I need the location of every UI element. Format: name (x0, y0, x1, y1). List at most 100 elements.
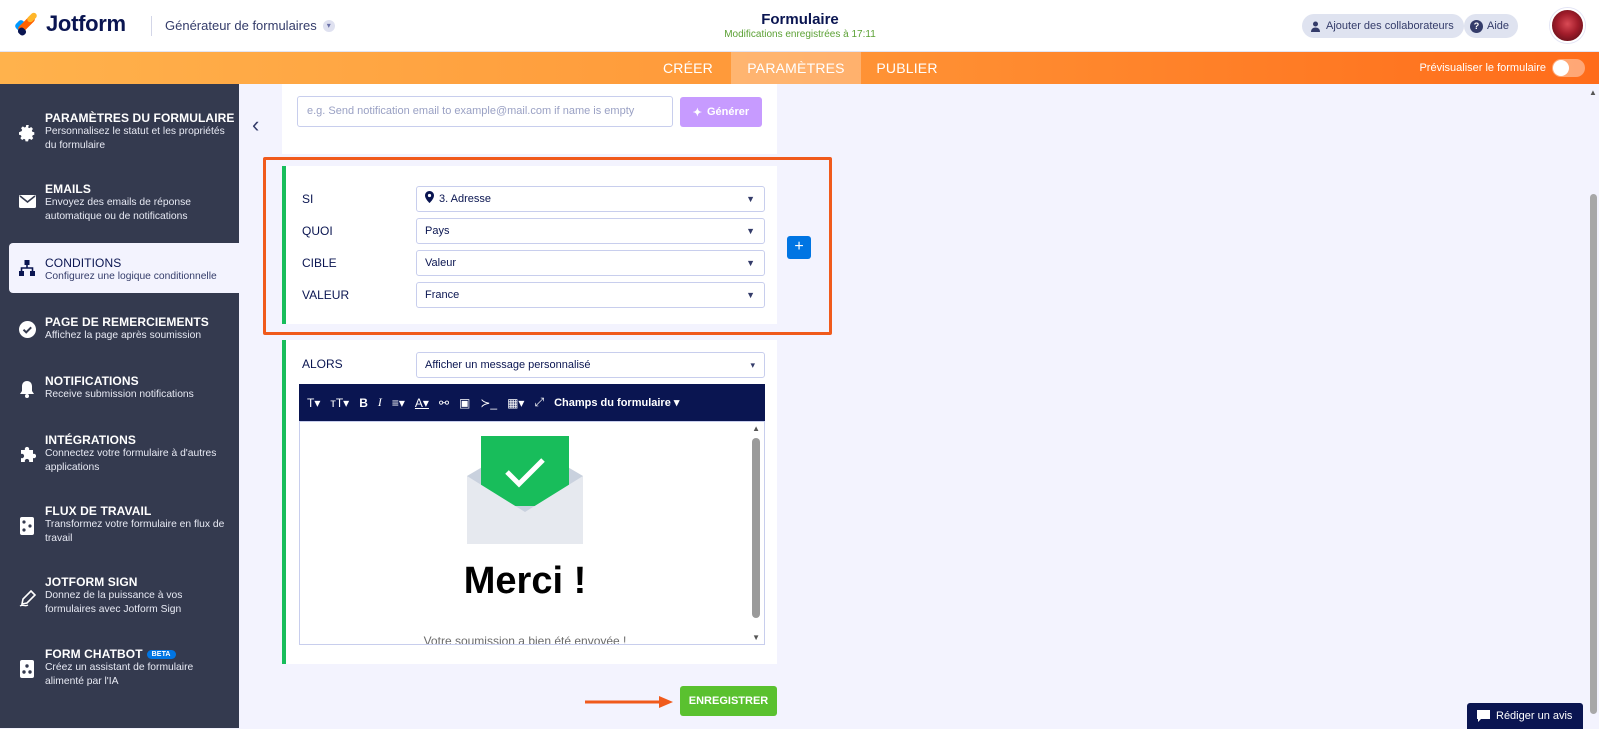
write-review-label: Rédiger un avis (1496, 710, 1573, 722)
check-circle-icon (18, 320, 36, 338)
help-button[interactable]: ? Aide (1464, 14, 1519, 38)
sidebar-item-title: INTÉGRATIONS (45, 433, 136, 447)
sidebar-item-title: FORM CHATBOT BETA (45, 647, 176, 661)
collapse-panel-button[interactable]: ‹ (252, 112, 259, 138)
sidebar-item-desc: Transformez votre formulaire en flux de … (45, 519, 225, 544)
sidebar-item-desc: Donnez de la puissance à vos formulaires… (45, 590, 183, 615)
sparkle-icon: ✦ (692, 106, 702, 119)
tab-settings[interactable]: PARAMÈTRES (731, 52, 861, 84)
sidebar-item-desc: Receive submission notifications (45, 389, 194, 400)
sidebar-item-desc: Connectez votre formulaire à d'autres ap… (45, 448, 217, 473)
brand-name: Jotform (46, 11, 126, 36)
sidebar-item-notifications[interactable]: NOTIFICATIONS Receive submission notific… (0, 372, 239, 412)
sidebar-item-desc: Affichez la page après soumission (45, 330, 202, 341)
thank-you-message: Votre soumission a bien été envoyée ! (423, 634, 627, 645)
sidebar-item-title: PARAMÈTRES DU FORMULAIRE (45, 111, 235, 125)
align-icon[interactable]: ≡▾ (392, 396, 405, 410)
generate-button[interactable]: ✦ Générer (680, 97, 762, 127)
thank-you-heading: Merci ! (463, 560, 587, 602)
sidebar-item-desc: Configurez une logique conditionnelle (45, 271, 217, 282)
gear-icon (18, 124, 36, 142)
add-collaborators-button[interactable]: Ajouter des collaborateurs (1302, 14, 1464, 38)
chevron-down-icon: ▾ (322, 19, 335, 32)
sidebar-item-desc: Personnalisez le statut et les propriété… (45, 126, 225, 151)
tab-publish[interactable]: PUBLIER (868, 52, 946, 84)
sitemap-icon (18, 259, 36, 277)
text-color-icon[interactable]: A▾ (415, 396, 429, 410)
beta-badge: BETA (146, 650, 176, 659)
chatbot-icon (18, 660, 36, 678)
sidebar-item-title-text: FORM CHATBOT (45, 647, 143, 661)
envelope-check-icon (467, 436, 583, 544)
scroll-down-icon[interactable]: ▼ (752, 633, 760, 642)
envelope-icon (18, 192, 36, 210)
link-icon[interactable]: ⚯ (439, 396, 449, 410)
table-icon[interactable]: ▦▾ (507, 396, 524, 410)
generate-label: Générer (707, 106, 750, 118)
message-editor[interactable]: Merci ! Votre soumission a bien été envo… (299, 421, 765, 645)
sidebar-item-emails[interactable]: EMAILS Envoyez des emails de réponse aut… (0, 176, 239, 226)
write-review-button[interactable]: Rédiger un avis (1467, 703, 1583, 729)
sidebar-item-title: EMAILS (45, 182, 91, 196)
sidebar-item-conditions[interactable]: CONDITIONS Configurez une logique condit… (9, 243, 239, 293)
question-icon: ? (1470, 19, 1483, 33)
workflow-icon (18, 517, 36, 535)
top-bar: Jotform Générateur de formulaires ▾ Form… (0, 0, 1599, 52)
sidebar-item-form-settings[interactable]: PARAMÈTRES DU FORMULAIRE Personnalisez l… (0, 104, 239, 164)
sidebar-item-integrations[interactable]: INTÉGRATIONS Connectez votre formulaire … (0, 430, 239, 486)
condition-status-bar (282, 340, 286, 664)
jotform-logo[interactable]: Jotform (13, 11, 126, 37)
italic-icon[interactable]: I (378, 395, 382, 410)
avatar[interactable] (1550, 8, 1585, 43)
sidebar-item-jotform-sign[interactable]: JOTFORM SIGN Donnez de la puissance à vo… (0, 572, 239, 628)
page-scrollbar[interactable]: ▲ (1587, 86, 1599, 728)
save-status: Modifications enregistrées à 17:11 (724, 29, 876, 40)
header-divider (151, 16, 152, 36)
sidebar-item-title: CONDITIONS (45, 256, 122, 270)
preview-label: Prévisualiser le formulaire (1419, 62, 1546, 74)
code-icon[interactable]: ≻_ (480, 396, 497, 410)
jotform-logo-mark (13, 11, 39, 37)
bold-icon[interactable]: B (359, 396, 368, 410)
then-action-select[interactable]: Afficher un message personnalisé ▾ (416, 352, 765, 378)
sidebar-item-desc: Créez un assistant de formulaire aliment… (45, 662, 194, 687)
fullscreen-icon[interactable]: ⤢ (534, 395, 544, 410)
arrow-annotation (585, 696, 673, 708)
pen-icon (18, 589, 36, 607)
editor-scrollbar[interactable] (752, 438, 760, 618)
sidebar-item-form-chatbot[interactable]: FORM CHATBOT BETA Créez un assistant de f… (0, 644, 239, 700)
chevron-down-icon: ▾ (750, 360, 755, 370)
sidebar-item-title: JOTFORM SIGN (45, 575, 138, 589)
preview-toggle[interactable] (1552, 59, 1585, 77)
scroll-up-icon[interactable]: ▲ (752, 424, 760, 433)
page-scrollbar-thumb[interactable] (1590, 194, 1597, 714)
preview-toggle-group: Prévisualiser le formulaire (1419, 59, 1585, 77)
then-label: ALORS (302, 357, 343, 371)
bell-icon (18, 380, 36, 398)
comment-icon (1477, 710, 1490, 722)
builder-dropdown[interactable]: Générateur de formulaires ▾ (165, 18, 335, 33)
sidebar-item-thank-you-page[interactable]: PAGE DE REMERCIEMENTS Affichez la page a… (0, 312, 239, 352)
form-title[interactable]: Formulaire (700, 11, 900, 28)
scroll-up-icon[interactable]: ▲ (1589, 88, 1597, 97)
form-title-block: Formulaire Modifications enregistrées à … (700, 11, 900, 40)
font-type-icon[interactable]: T▾ (307, 396, 320, 410)
form-fields-label: Champs du formulaire (554, 397, 671, 409)
user-icon (1311, 21, 1320, 32)
form-fields-menu[interactable]: Champs du formulaire ▾ (554, 396, 679, 409)
sidebar-item-title: FLUX DE TRAVAIL (45, 504, 152, 518)
then-action-value: Afficher un message personnalisé (425, 359, 591, 371)
puzzle-icon (18, 445, 36, 463)
sidebar-item-title: NOTIFICATIONS (45, 374, 139, 388)
sidebar-item-workflows[interactable]: FLUX DE TRAVAIL Transformez votre formul… (0, 501, 239, 557)
font-size-icon[interactable]: ᴛT▾ (330, 396, 349, 410)
help-label: Aide (1487, 20, 1510, 32)
image-icon[interactable]: ▣ (459, 396, 470, 410)
sidebar-item-title: PAGE DE REMERCIEMENTS (45, 315, 209, 329)
save-button[interactable]: ENREGISTRER (680, 686, 777, 716)
main-nav-bar: CRÉER PARAMÈTRES PUBLIER Prévisualiser l… (0, 52, 1599, 84)
tab-create[interactable]: CRÉER (652, 52, 724, 84)
add-collaborators-label: Ajouter des collaborateurs (1326, 20, 1454, 32)
ai-condition-input[interactable]: e.g. Send notification email to example@… (297, 96, 673, 127)
builder-label: Générateur de formulaires (165, 18, 317, 33)
